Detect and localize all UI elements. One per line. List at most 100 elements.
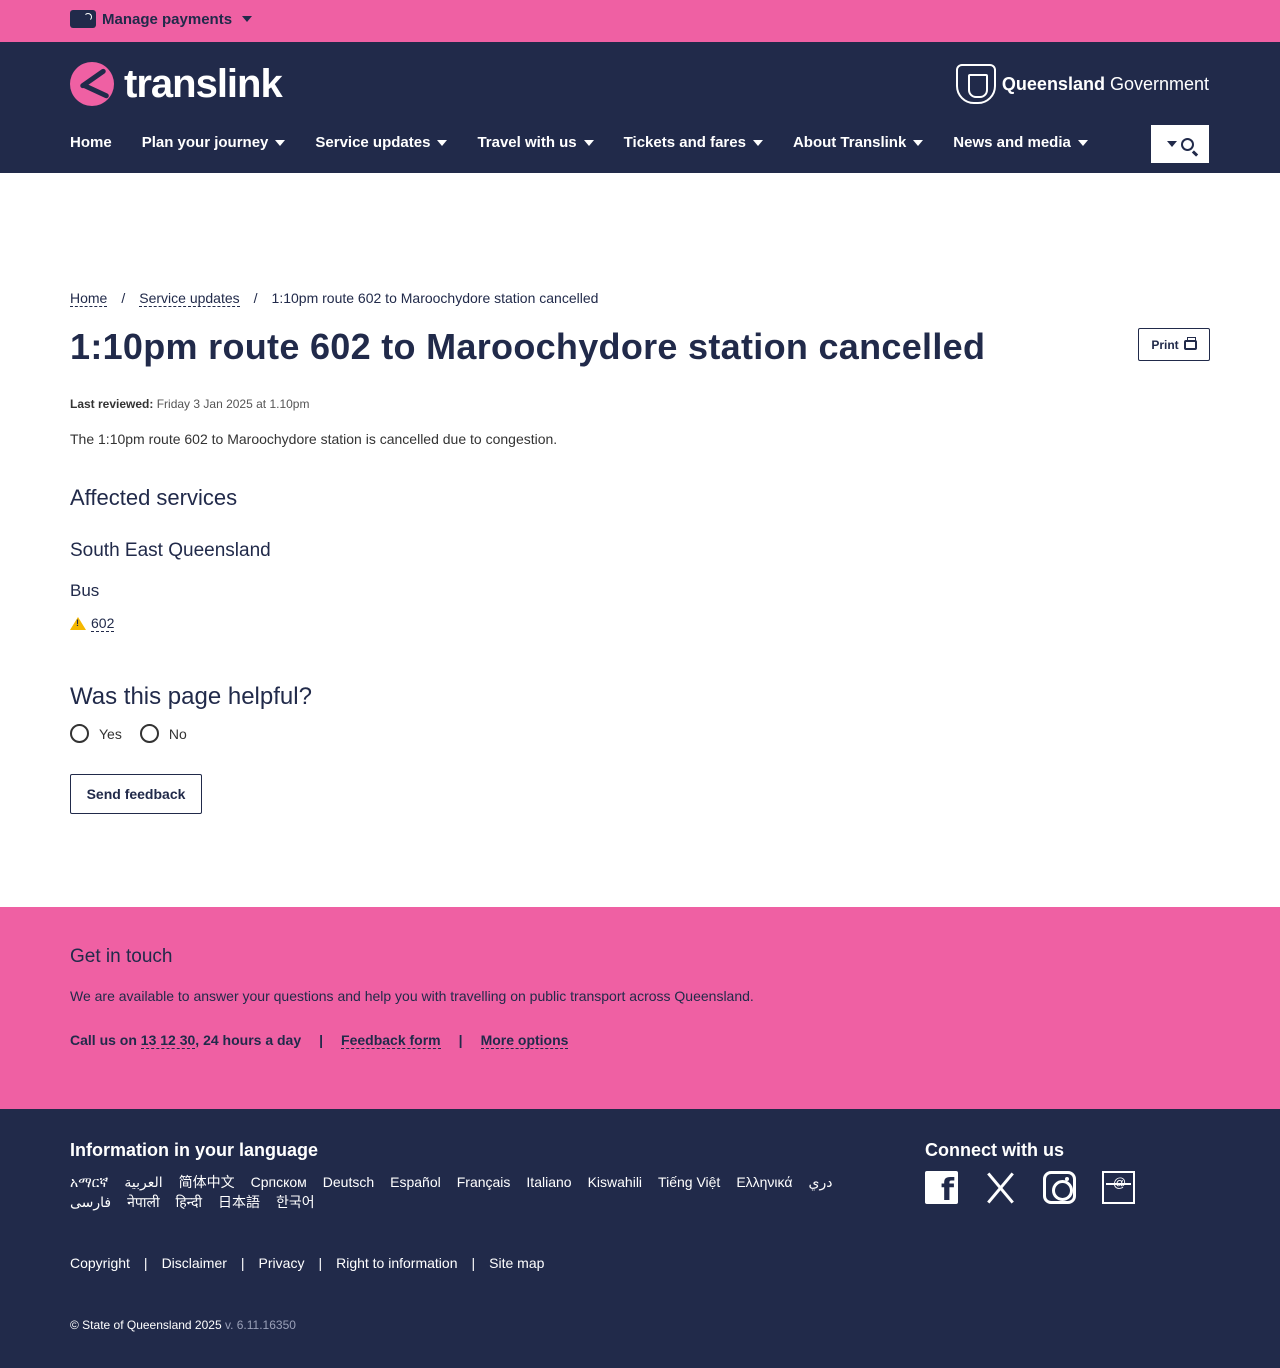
language-link[interactable]: 한국어 <box>276 1192 315 1212</box>
qgov-rest: Government <box>1104 73 1209 94</box>
yes-label: Yes <box>99 725 122 742</box>
feedback-heading: Was this page helpful? <box>70 683 312 710</box>
language-link[interactable]: Español <box>390 1172 441 1192</box>
language-link[interactable]: Kiswahili <box>588 1172 642 1192</box>
search-toggle-button[interactable] <box>1151 125 1209 163</box>
contact-options: Call us on 13 12 30, 24 hours a day | Fe… <box>70 1032 569 1049</box>
nav-about-translink[interactable]: About Translink <box>792 134 924 151</box>
no-label: No <box>168 725 187 742</box>
language-link[interactable]: नेपाली <box>127 1192 159 1212</box>
footer-link-site-map[interactable]: Site map <box>489 1255 544 1271</box>
nav-plan-your-journey[interactable]: Plan your journey <box>142 134 286 151</box>
chevron-down-icon <box>913 140 924 147</box>
send-feedback-button[interactable]: Send feedback <box>70 774 202 814</box>
breadcrumb-separator: / <box>253 290 258 306</box>
get-in-touch-text: We are available to answer your question… <box>70 988 754 1004</box>
affected-services-heading: Affected services <box>70 485 238 510</box>
footer-link-right-to-information[interactable]: Right to information <box>336 1255 457 1271</box>
language-link[interactable]: فارسی <box>70 1192 111 1212</box>
queensland-government-logo[interactable]: Queensland Government <box>955 64 1209 104</box>
chevron-down-icon <box>275 140 286 147</box>
site-header: translink Queensland Government Home Pla… <box>0 42 1280 173</box>
call-prefix: Call us on <box>70 1032 137 1048</box>
nav-home[interactable]: Home <box>70 134 112 151</box>
copyright-text: © State of Queensland 2025 <box>70 1318 222 1332</box>
mode-heading: Bus <box>70 581 100 600</box>
translink-logo[interactable]: translink <box>70 62 283 106</box>
warning-icon <box>70 617 86 630</box>
qgov-bold: Queensland <box>1001 73 1105 94</box>
language-link[interactable]: አማርኛ <box>70 1172 108 1192</box>
copyright-notice: © State of Queensland 2025 v. 6.11.16350 <box>70 1318 296 1332</box>
language-heading: Information in your language <box>70 1140 319 1160</box>
get-in-touch-section: Get in touch We are available to answer … <box>0 907 1280 1109</box>
contact-separator: | <box>319 1032 324 1048</box>
breadcrumb-home[interactable]: Home <box>70 290 108 307</box>
language-link[interactable]: 简体中文 <box>179 1172 235 1192</box>
footer-link-separator: | <box>240 1255 245 1271</box>
phone-link[interactable]: 13 12 30 <box>140 1032 196 1049</box>
feedback-form-link[interactable]: Feedback form <box>341 1032 441 1049</box>
language-link[interactable]: Italiano <box>526 1172 571 1192</box>
print-label: Print <box>1151 337 1179 352</box>
no-radio[interactable] <box>139 724 159 743</box>
nav-news-and-media[interactable]: News and media <box>953 134 1088 151</box>
update-description: The 1:10pm route 602 to Maroochydore sta… <box>70 431 558 447</box>
yes-radio[interactable] <box>70 724 89 743</box>
language-link[interactable]: हिन्दी <box>176 1192 202 1212</box>
language-link[interactable]: Deutsch <box>323 1172 374 1192</box>
connect-heading: Connect with us <box>925 1140 1064 1160</box>
call-suffix: , 24 hours a day <box>195 1032 302 1048</box>
nav-label: About Translink <box>792 134 907 151</box>
nav-service-updates[interactable]: Service updates <box>315 134 448 151</box>
breadcrumb-service-updates[interactable]: Service updates <box>139 290 240 307</box>
site-footer: Information in your language አማርኛ العربية… <box>0 1109 1280 1368</box>
email-icon[interactable] <box>1102 1171 1135 1204</box>
footer-links: Copyright | Disclaimer | Privacy | Right… <box>70 1255 544 1271</box>
get-in-touch-heading: Get in touch <box>70 946 173 967</box>
footer-link-separator: | <box>318 1255 323 1271</box>
payment-card-icon <box>70 10 96 28</box>
affected-route: 602 <box>70 615 115 632</box>
chevron-down-icon <box>1077 140 1088 147</box>
chevron-down-icon <box>583 140 594 147</box>
feedback-options: Yes No <box>70 724 195 743</box>
language-link[interactable]: Српском <box>251 1172 307 1192</box>
region-heading: South East Queensland <box>70 540 271 561</box>
language-link[interactable]: العربية <box>124 1172 162 1192</box>
footer-link-copyright[interactable]: Copyright <box>70 1255 130 1271</box>
translink-logo-mark-icon <box>70 62 114 106</box>
last-reviewed: Last reviewed: Friday 3 Jan 2025 at 1.10… <box>70 397 309 411</box>
language-link[interactable]: Français <box>457 1172 511 1192</box>
chevron-down-icon <box>752 140 763 147</box>
qld-crest-icon <box>955 64 996 104</box>
language-link[interactable]: Ελληνικά <box>736 1172 792 1192</box>
chevron-down-icon <box>1166 141 1177 147</box>
nav-label: Travel with us <box>477 134 577 151</box>
nav-label: Service updates <box>315 134 431 151</box>
more-options-link[interactable]: More options <box>480 1032 569 1049</box>
chevron-down-icon <box>242 16 253 22</box>
language-link[interactable]: 日本語 <box>218 1192 260 1212</box>
facebook-icon[interactable] <box>925 1171 958 1208</box>
printer-icon <box>1183 336 1197 350</box>
route-link-602[interactable]: 602 <box>91 615 115 632</box>
footer-link-separator: | <box>471 1255 476 1271</box>
page: Manage payments translink Queensland Gov… <box>0 0 1280 1368</box>
nav-label: Tickets and fares <box>623 134 746 151</box>
x-icon[interactable] <box>984 1171 1017 1204</box>
language-link[interactable]: Tiếng Việt <box>658 1172 720 1192</box>
language-list: አማርኛ العربية 简体中文 Српском Deutsch Español Fran… <box>70 1172 900 1212</box>
nav-tickets-and-fares[interactable]: Tickets and fares <box>624 134 763 151</box>
print-button[interactable]: Print <box>1138 328 1210 361</box>
footer-link-disclaimer[interactable]: Disclaimer <box>162 1255 227 1271</box>
manage-payments-menu[interactable]: Manage payments <box>70 10 253 28</box>
language-link[interactable]: دري <box>808 1172 832 1192</box>
page-title: 1:10pm route 602 to Maroochydore station… <box>70 326 986 367</box>
manage-payments-label: Manage payments <box>102 10 233 28</box>
instagram-icon[interactable] <box>1043 1171 1076 1204</box>
search-icon <box>1180 137 1194 151</box>
footer-link-privacy[interactable]: Privacy <box>259 1255 305 1271</box>
nav-label: News and media <box>953 134 1071 151</box>
nav-travel-with-us[interactable]: Travel with us <box>477 134 594 151</box>
